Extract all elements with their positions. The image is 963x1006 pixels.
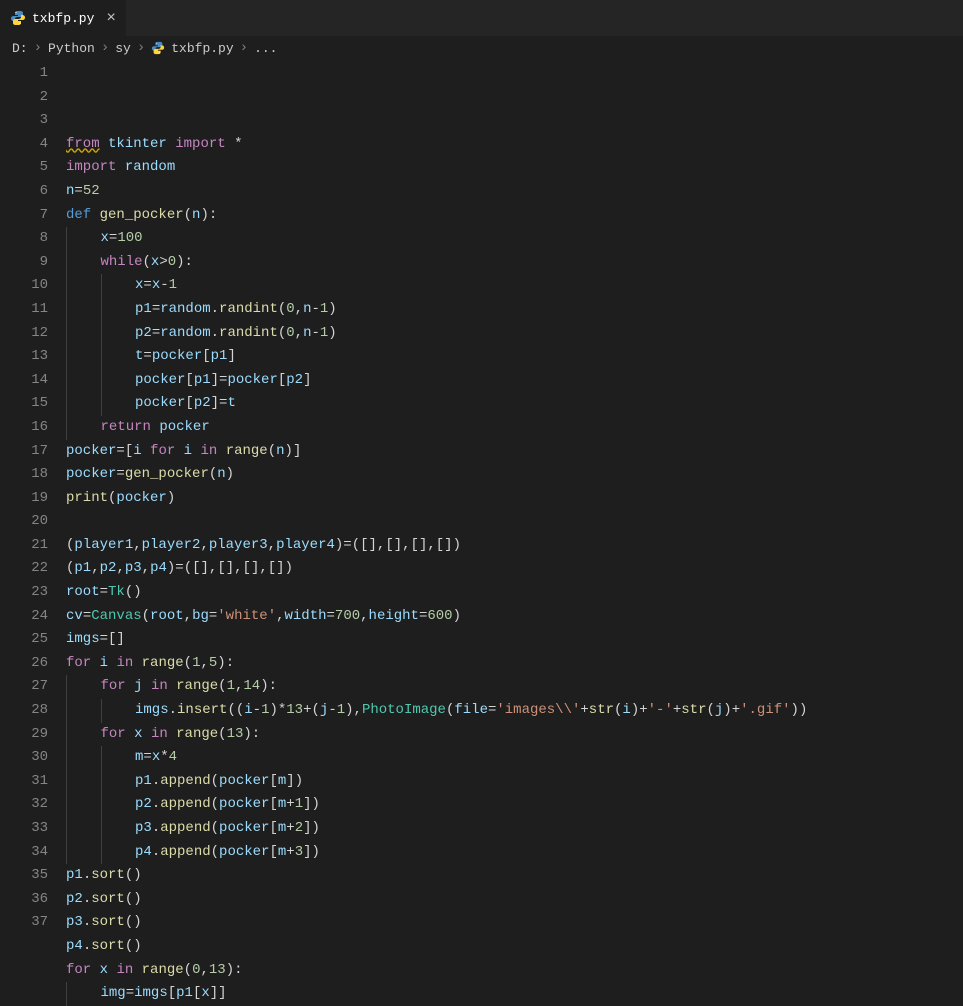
breadcrumb-part[interactable]: ... bbox=[254, 41, 277, 56]
line-number: 24 bbox=[0, 605, 48, 629]
line-number: 27 bbox=[0, 675, 48, 699]
line-number: 5 bbox=[0, 156, 48, 180]
tab-active[interactable]: txbfp.py × bbox=[0, 0, 127, 36]
chevron-right-icon: › bbox=[99, 40, 111, 56]
code-line[interactable]: t=pocker[p1] bbox=[66, 345, 963, 369]
line-number: 7 bbox=[0, 204, 48, 228]
code-line[interactable]: pocker[p1]=pocker[p2] bbox=[66, 369, 963, 393]
breadcrumb-part[interactable]: D: bbox=[12, 41, 28, 56]
code-line[interactable]: pocker=gen_pocker(n) bbox=[66, 463, 963, 487]
line-number: 20 bbox=[0, 510, 48, 534]
line-number: 6 bbox=[0, 180, 48, 204]
code-line[interactable]: p4.sort() bbox=[66, 935, 963, 959]
line-number: 11 bbox=[0, 298, 48, 322]
breadcrumb: D: › Python › sy › txbfp.py › ... bbox=[0, 36, 963, 60]
code-line[interactable]: p3.sort() bbox=[66, 911, 963, 935]
line-number: 25 bbox=[0, 628, 48, 652]
line-number: 35 bbox=[0, 864, 48, 888]
code-line[interactable]: p2=random.randint(0,n-1) bbox=[66, 322, 963, 346]
code-line[interactable]: pocker[p2]=t bbox=[66, 392, 963, 416]
code-line[interactable]: p4.append(pocker[m+3]) bbox=[66, 841, 963, 865]
breadcrumb-part[interactable]: txbfp.py bbox=[171, 41, 233, 56]
python-file-icon bbox=[151, 41, 165, 55]
code-line[interactable]: def gen_pocker(n): bbox=[66, 204, 963, 228]
code-line[interactable]: for i in range(1,5): bbox=[66, 652, 963, 676]
close-icon[interactable]: × bbox=[106, 10, 116, 26]
code-line[interactable]: p2.sort() bbox=[66, 888, 963, 912]
code-line[interactable]: (player1,player2,player3,player4)=([],[]… bbox=[66, 534, 963, 558]
chevron-right-icon: › bbox=[135, 40, 147, 56]
code-line[interactable]: for x in range(13): bbox=[66, 723, 963, 747]
line-number: 17 bbox=[0, 440, 48, 464]
line-number: 14 bbox=[0, 369, 48, 393]
code-area[interactable]: from tkinter import *import randomn=52de… bbox=[66, 60, 963, 948]
line-number-gutter: 1234567891011121314151617181920212223242… bbox=[0, 60, 66, 948]
code-line[interactable]: while(x>0): bbox=[66, 251, 963, 275]
code-line[interactable]: x=x-1 bbox=[66, 274, 963, 298]
tab-bar: txbfp.py × bbox=[0, 0, 963, 36]
line-number: 28 bbox=[0, 699, 48, 723]
code-line[interactable]: for j in range(1,14): bbox=[66, 675, 963, 699]
code-line[interactable]: (p1,p2,p3,p4)=([],[],[],[]) bbox=[66, 557, 963, 581]
line-number: 29 bbox=[0, 723, 48, 747]
line-number: 31 bbox=[0, 770, 48, 794]
line-number: 32 bbox=[0, 793, 48, 817]
code-line[interactable]: p3.append(pocker[m+2]) bbox=[66, 817, 963, 841]
code-line[interactable]: x=100 bbox=[66, 227, 963, 251]
code-line[interactable] bbox=[66, 510, 963, 534]
breadcrumb-part[interactable]: Python bbox=[48, 41, 95, 56]
code-line[interactable]: p1.sort() bbox=[66, 864, 963, 888]
line-number: 33 bbox=[0, 817, 48, 841]
line-number: 10 bbox=[0, 274, 48, 298]
code-line[interactable]: m=x*4 bbox=[66, 746, 963, 770]
line-number: 16 bbox=[0, 416, 48, 440]
line-number: 13 bbox=[0, 345, 48, 369]
breadcrumb-part[interactable]: sy bbox=[115, 41, 131, 56]
chevron-right-icon: › bbox=[32, 40, 44, 56]
code-line[interactable]: n=52 bbox=[66, 180, 963, 204]
code-line[interactable]: from tkinter import * bbox=[66, 133, 963, 157]
line-number: 26 bbox=[0, 652, 48, 676]
code-line[interactable]: print(pocker) bbox=[66, 487, 963, 511]
line-number: 1 bbox=[0, 62, 48, 86]
line-number: 30 bbox=[0, 746, 48, 770]
editor[interactable]: 1234567891011121314151617181920212223242… bbox=[0, 60, 963, 948]
line-number: 12 bbox=[0, 322, 48, 346]
code-line[interactable]: pocker=[i for i in range(n)] bbox=[66, 440, 963, 464]
code-line[interactable]: p1.append(pocker[m]) bbox=[66, 770, 963, 794]
python-file-icon bbox=[10, 10, 26, 26]
code-line[interactable]: img=imgs[p1[x]] bbox=[66, 982, 963, 1006]
line-number: 23 bbox=[0, 581, 48, 605]
code-line[interactable]: for x in range(0,13): bbox=[66, 959, 963, 983]
code-line[interactable]: cv=Canvas(root,bg='white',width=700,heig… bbox=[66, 605, 963, 629]
code-line[interactable]: return pocker bbox=[66, 416, 963, 440]
line-number: 18 bbox=[0, 463, 48, 487]
tab-filename: txbfp.py bbox=[32, 11, 94, 26]
code-line[interactable]: p2.append(pocker[m+1]) bbox=[66, 793, 963, 817]
code-line[interactable]: p1=random.randint(0,n-1) bbox=[66, 298, 963, 322]
code-line[interactable]: imgs.insert((i-1)*13+(j-1),PhotoImage(fi… bbox=[66, 699, 963, 723]
chevron-right-icon: › bbox=[238, 40, 250, 56]
line-number: 36 bbox=[0, 888, 48, 912]
code-line[interactable]: root=Tk() bbox=[66, 581, 963, 605]
line-number: 15 bbox=[0, 392, 48, 416]
code-line[interactable]: imgs=[] bbox=[66, 628, 963, 652]
line-number: 4 bbox=[0, 133, 48, 157]
line-number: 21 bbox=[0, 534, 48, 558]
line-number: 8 bbox=[0, 227, 48, 251]
minimap[interactable] bbox=[953, 60, 963, 948]
line-number: 19 bbox=[0, 487, 48, 511]
line-number: 9 bbox=[0, 251, 48, 275]
line-number: 3 bbox=[0, 109, 48, 133]
code-line[interactable]: import random bbox=[66, 156, 963, 180]
line-number: 22 bbox=[0, 557, 48, 581]
line-number: 34 bbox=[0, 841, 48, 865]
line-number: 37 bbox=[0, 911, 48, 935]
line-number: 2 bbox=[0, 86, 48, 110]
